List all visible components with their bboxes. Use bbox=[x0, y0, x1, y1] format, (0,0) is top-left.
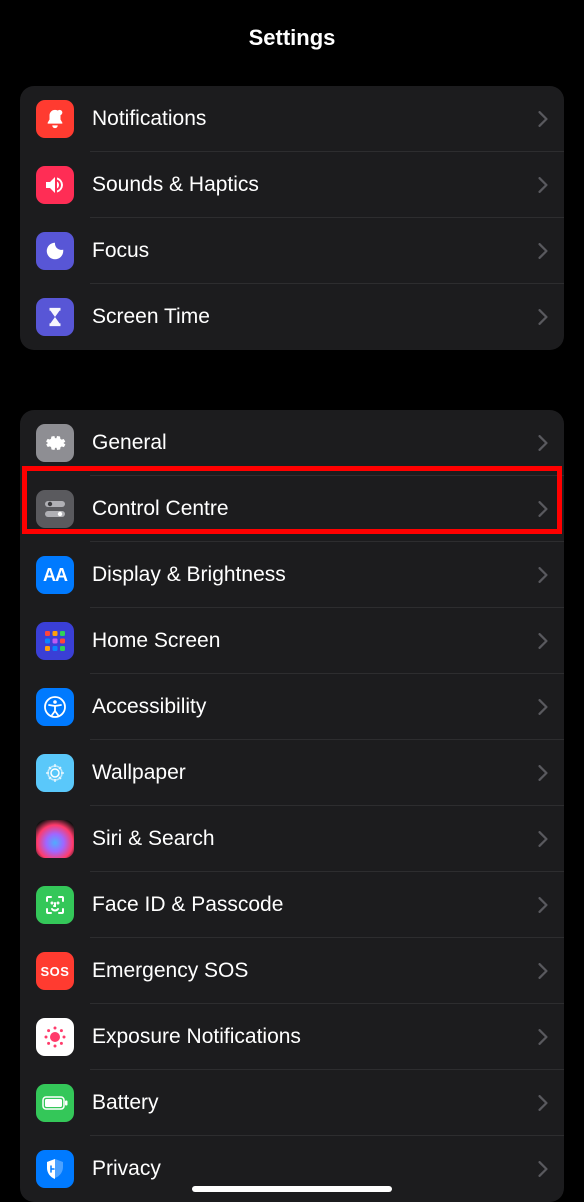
chevron-right-icon bbox=[538, 633, 548, 649]
row-label: Control Centre bbox=[92, 497, 538, 521]
row-control-centre[interactable]: Control Centre bbox=[20, 476, 564, 542]
row-label: Focus bbox=[92, 239, 538, 263]
sos-text: SOS bbox=[41, 964, 70, 979]
row-label: Exposure Notifications bbox=[92, 1025, 538, 1049]
wallpaper-icon bbox=[36, 754, 74, 792]
row-display-brightness[interactable]: AA Display & Brightness bbox=[20, 542, 564, 608]
page-title: Settings bbox=[249, 25, 336, 51]
row-exposure-notifications[interactable]: Exposure Notifications bbox=[20, 1004, 564, 1070]
display-brightness-icon: AA bbox=[36, 556, 74, 594]
chevron-right-icon bbox=[538, 963, 548, 979]
siri-icon bbox=[36, 820, 74, 858]
settings-section-1: Notifications Sounds & Haptics Focus bbox=[20, 86, 564, 350]
row-sounds-haptics[interactable]: Sounds & Haptics bbox=[20, 152, 564, 218]
chevron-right-icon bbox=[538, 177, 548, 193]
row-label: Screen Time bbox=[92, 305, 538, 329]
row-label: Accessibility bbox=[92, 695, 538, 719]
chevron-right-icon bbox=[538, 831, 548, 847]
row-battery[interactable]: Battery bbox=[20, 1070, 564, 1136]
header: Settings bbox=[0, 0, 584, 76]
sos-icon: SOS bbox=[36, 952, 74, 990]
row-label: Battery bbox=[92, 1091, 538, 1115]
sounds-icon bbox=[36, 166, 74, 204]
general-icon bbox=[36, 424, 74, 462]
row-label: Home Screen bbox=[92, 629, 538, 653]
home-indicator[interactable] bbox=[192, 1186, 392, 1192]
chevron-right-icon bbox=[538, 309, 548, 325]
row-face-id-passcode[interactable]: Face ID & Passcode bbox=[20, 872, 564, 938]
focus-icon bbox=[36, 232, 74, 270]
chevron-right-icon bbox=[538, 501, 548, 517]
row-label: Privacy bbox=[92, 1157, 538, 1181]
row-label: Display & Brightness bbox=[92, 563, 538, 587]
screen-time-icon bbox=[36, 298, 74, 336]
row-emergency-sos[interactable]: SOS Emergency SOS bbox=[20, 938, 564, 1004]
settings-content: Notifications Sounds & Haptics Focus bbox=[0, 86, 584, 1202]
chevron-right-icon bbox=[538, 897, 548, 913]
row-label: Wallpaper bbox=[92, 761, 538, 785]
row-label: Face ID & Passcode bbox=[92, 893, 538, 917]
row-general[interactable]: General bbox=[20, 410, 564, 476]
row-label: Sounds & Haptics bbox=[92, 173, 538, 197]
aa-text: AA bbox=[43, 565, 67, 586]
row-accessibility[interactable]: Accessibility bbox=[20, 674, 564, 740]
row-label: Siri & Search bbox=[92, 827, 538, 851]
chevron-right-icon bbox=[538, 765, 548, 781]
chevron-right-icon bbox=[538, 435, 548, 451]
home-screen-icon bbox=[36, 622, 74, 660]
chevron-right-icon bbox=[538, 111, 548, 127]
control-centre-icon bbox=[36, 490, 74, 528]
privacy-icon bbox=[36, 1150, 74, 1188]
chevron-right-icon bbox=[538, 1095, 548, 1111]
row-notifications[interactable]: Notifications bbox=[20, 86, 564, 152]
accessibility-icon bbox=[36, 688, 74, 726]
row-label: Notifications bbox=[92, 107, 538, 131]
row-privacy[interactable]: Privacy bbox=[20, 1136, 564, 1202]
row-wallpaper[interactable]: Wallpaper bbox=[20, 740, 564, 806]
face-id-icon bbox=[36, 886, 74, 924]
battery-icon bbox=[36, 1084, 74, 1122]
row-siri-search[interactable]: Siri & Search bbox=[20, 806, 564, 872]
chevron-right-icon bbox=[538, 243, 548, 259]
chevron-right-icon bbox=[538, 1029, 548, 1045]
row-focus[interactable]: Focus bbox=[20, 218, 564, 284]
row-label: Emergency SOS bbox=[92, 959, 538, 983]
row-screen-time[interactable]: Screen Time bbox=[20, 284, 564, 350]
notifications-icon bbox=[36, 100, 74, 138]
chevron-right-icon bbox=[538, 567, 548, 583]
chevron-right-icon bbox=[538, 1161, 548, 1177]
settings-section-2: General Control Centre AA Display & Brig… bbox=[20, 410, 564, 1202]
chevron-right-icon bbox=[538, 699, 548, 715]
row-label: General bbox=[92, 431, 538, 455]
row-home-screen[interactable]: Home Screen bbox=[20, 608, 564, 674]
exposure-notifications-icon bbox=[36, 1018, 74, 1056]
